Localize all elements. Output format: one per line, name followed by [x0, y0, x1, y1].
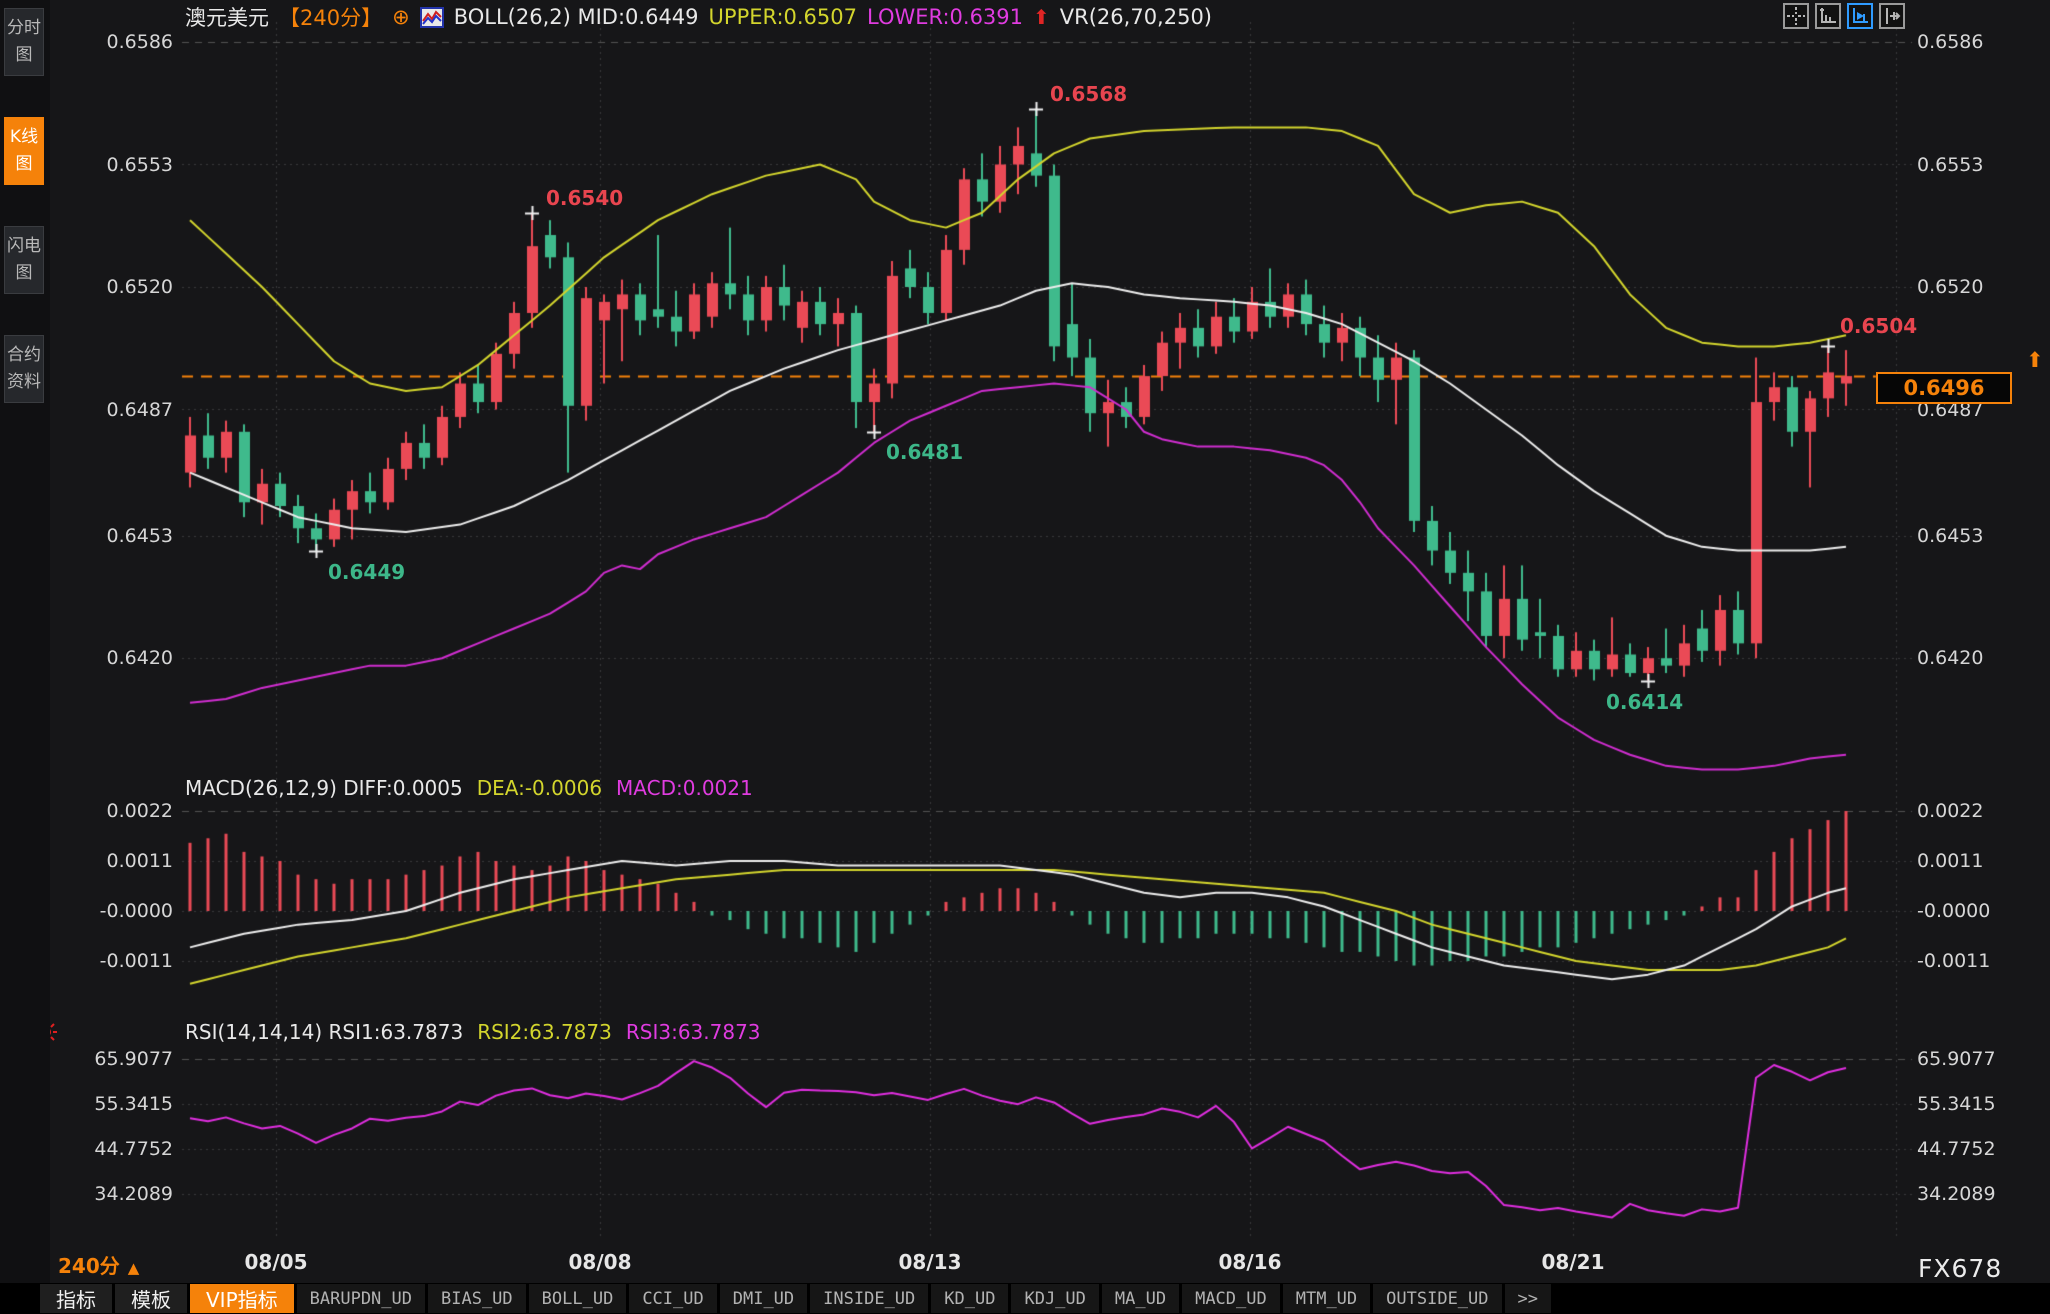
- axis-tick-label: 65.9077: [1917, 1048, 2047, 1070]
- indicator-tab-1[interactable]: 模板: [115, 1284, 187, 1313]
- axis-tick-label: 0.6453: [43, 525, 173, 547]
- indicator-tab-15[interactable]: >>: [1505, 1284, 1551, 1313]
- indicator-tab-13[interactable]: MTM_UD: [1283, 1284, 1370, 1313]
- sidebar-item-2[interactable]: 闪电图: [4, 226, 44, 294]
- rsi-main-label: RSI(14,14,14) RSI1:63.7873: [185, 1020, 463, 1044]
- chart-application: 分时图 K线图闪电图合约资料 澳元美元 【240分】 ⊕ BOLL(26,2) M…: [0, 0, 2050, 1314]
- axis-tick-label: 44.7752: [43, 1138, 173, 1160]
- price-annotation: 0.6540: [546, 186, 623, 210]
- play-scale-tool-icon[interactable]: [1847, 3, 1873, 29]
- watermark-logo: FX678: [1918, 1254, 2002, 1283]
- indicator-tab-6[interactable]: CCI_UD: [629, 1284, 716, 1313]
- macd-value-label: MACD:0.0021: [616, 776, 753, 800]
- macd-main-label: MACD(26,12,9) DIFF:0.0005: [185, 776, 463, 800]
- indicator-tab-12[interactable]: MACD_UD: [1182, 1284, 1280, 1313]
- indicator-tab-2[interactable]: VIP指标: [190, 1284, 294, 1313]
- indicator-toolbar: 指标模板VIP指标BARUPDN_UDBIAS_UDBOLL_UDCCI_UDD…: [0, 1283, 2050, 1314]
- period-arrow-icon: ▲: [128, 1259, 140, 1277]
- axis-tick-label: 0.6586: [1917, 31, 2047, 53]
- indicator-tab-14[interactable]: OUTSIDE_UD: [1373, 1284, 1501, 1313]
- axis-tick-label: -0.0011: [43, 950, 173, 972]
- boll-upper-label: UPPER:0.6507: [709, 5, 857, 29]
- price-annotation: 0.6449: [328, 560, 405, 584]
- axis-tick-label: 0.0011: [1917, 850, 2047, 872]
- date-tick-label: 08/13: [899, 1250, 962, 1274]
- price-annotation: 0.6481: [886, 440, 963, 464]
- axis-tick-label: 0.0022: [1917, 800, 2047, 822]
- indicator-tab-3[interactable]: BARUPDN_UD: [297, 1284, 425, 1313]
- date-tick-label: 08/05: [245, 1250, 308, 1274]
- current-price-tag[interactable]: 0.6496: [1876, 372, 2012, 404]
- kline-chart-icon[interactable]: [420, 7, 444, 28]
- indicator-tab-11[interactable]: MA_UD: [1102, 1284, 1179, 1313]
- indicator-tab-9[interactable]: KD_UD: [931, 1284, 1008, 1313]
- indicator-tab-10[interactable]: KDJ_UD: [1011, 1284, 1098, 1313]
- overlay-add-icon[interactable]: ⊕: [392, 5, 410, 29]
- axis-tick-label: 0.6586: [43, 31, 173, 53]
- indicator-tab-8[interactable]: INSIDE_UD: [810, 1284, 928, 1313]
- period-badge[interactable]: 【240分】: [279, 2, 382, 32]
- axis-tick-label: 0.6420: [43, 647, 173, 669]
- sidebar-item-0[interactable]: 分时图: [4, 8, 44, 76]
- indicator-tab-4[interactable]: BIAS_UD: [428, 1284, 526, 1313]
- indicator-tab-5[interactable]: BOLL_UD: [529, 1284, 627, 1313]
- axis-tick-label: 34.2089: [1917, 1183, 2047, 1205]
- indicator-tabs: 指标模板VIP指标BARUPDN_UDBIAS_UDBOLL_UDCCI_UDD…: [40, 1284, 1551, 1313]
- axis-tick-label: 0.0022: [43, 800, 173, 822]
- macd-dea-label: DEA:-0.0006: [477, 776, 602, 800]
- boll-settings-label: BOLL(26,2) MID:0.6449: [454, 5, 699, 29]
- boll-lower-label: LOWER:0.6391: [867, 5, 1023, 29]
- axis-shift-tool-icon[interactable]: [1879, 3, 1905, 29]
- sidebar-item-3[interactable]: 合约资料: [4, 335, 44, 403]
- axis-tick-label: -0.0000: [43, 900, 173, 922]
- chart-tool-buttons: [1783, 3, 1905, 29]
- sidebar-item-1[interactable]: K线图: [4, 117, 44, 185]
- price-up-arrow-icon: ⬆: [2026, 348, 2044, 372]
- symbol-name: 澳元美元: [185, 2, 269, 32]
- axis-tick-label: 55.3415: [1917, 1093, 2047, 1115]
- axis-tick-label: 55.3415: [43, 1093, 173, 1115]
- price-annotation: 0.6568: [1050, 82, 1127, 106]
- chart-type-sidebar: 分时图 K线图闪电图合约资料: [0, 0, 50, 1314]
- axis-tick-label: 0.6453: [1917, 525, 2047, 547]
- axis-tick-label: 0.0011: [43, 850, 173, 872]
- rsi-header: RSI(14,14,14) RSI1:63.7873 RSI2:63.7873 …: [185, 1020, 761, 1044]
- date-tick-label: 08/08: [569, 1250, 632, 1274]
- axis-tick-label: 0.6520: [1917, 276, 2047, 298]
- macd-header: MACD(26,12,9) DIFF:0.0005 DEA:-0.0006 MA…: [185, 776, 753, 800]
- rsi3-label: RSI3:63.7873: [626, 1020, 761, 1044]
- indicator-tab-7[interactable]: DMI_UD: [720, 1284, 807, 1313]
- axis-tick-label: 0.6520: [43, 276, 173, 298]
- date-tick-label: 08/16: [1219, 1250, 1282, 1274]
- rsi2-label: RSI2:63.7873: [477, 1020, 612, 1044]
- chart-header: 澳元美元 【240分】 ⊕ BOLL(26,2) MID:0.6449 UPPE…: [185, 4, 1212, 30]
- indicator-tab-0[interactable]: 指标: [40, 1284, 112, 1313]
- axis-tick-label: 0.6553: [43, 154, 173, 176]
- axis-tick-label: -0.0000: [1917, 900, 2047, 922]
- axis-tick-label: 0.6420: [1917, 647, 2047, 669]
- axis-tick-label: 0.6553: [1917, 154, 2047, 176]
- axis-tick-label: 0.6487: [43, 399, 173, 421]
- axis-tick-label: 44.7752: [1917, 1138, 2047, 1160]
- crosshair-tool-icon[interactable]: [1783, 3, 1809, 29]
- price-annotation: 0.6414: [1606, 690, 1683, 714]
- axis-scale-tool-icon[interactable]: [1815, 3, 1841, 29]
- vr-settings-label: VR(26,70,250): [1060, 5, 1212, 29]
- up-arrow-icon: ⬆: [1033, 5, 1050, 29]
- period-text: 240分: [58, 1254, 120, 1278]
- axis-tick-label: 34.2089: [43, 1183, 173, 1205]
- axis-tick-label: -0.0011: [1917, 950, 2047, 972]
- period-selector[interactable]: 240分 ▲: [58, 1250, 139, 1279]
- price-annotation: 0.6504: [1840, 314, 1917, 338]
- date-tick-label: 08/21: [1542, 1250, 1605, 1274]
- axis-tick-label: 65.9077: [43, 1048, 173, 1070]
- price-chart-canvas[interactable]: [0, 0, 2050, 1314]
